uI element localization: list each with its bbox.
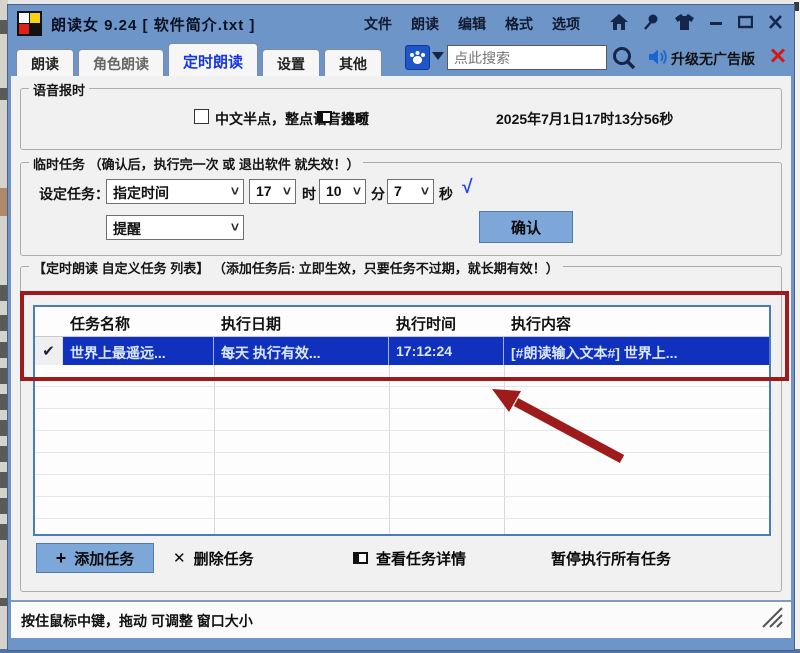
- task-table[interactable]: 任务名称 执行日期 执行时间 执行内容 ✔ 世界上最遥远... 每天 执行有效.…: [33, 305, 771, 536]
- second-select[interactable]: 7: [387, 179, 434, 204]
- skin-icon[interactable]: [675, 14, 694, 30]
- empty-row: [35, 519, 769, 536]
- tab-timed-read[interactable]: 定时朗读: [168, 43, 258, 76]
- add-task-button[interactable]: + 添加任务: [36, 543, 154, 573]
- background-glyph-fragment: [0, 394, 8, 410]
- background-glyph-fragment: [0, 498, 8, 514]
- minimize-icon[interactable]: [709, 15, 723, 29]
- titlebar: 朗读女 9.24 [ 软件简介.txt ] 文件 朗读 编辑 格式 选项: [11, 8, 791, 40]
- menu-edit[interactable]: 编辑: [458, 14, 486, 34]
- background-glyph-fragment: [0, 285, 8, 301]
- empty-row: [35, 497, 769, 519]
- close-icon[interactable]: [768, 15, 783, 29]
- col-exec-date: 执行日期: [214, 307, 389, 336]
- plus-icon: +: [56, 548, 67, 569]
- status-text: 按住鼠标中键，拖动 可调整 窗口大小: [21, 611, 253, 631]
- delete-task-button[interactable]: ✕ 删除任务: [173, 543, 254, 573]
- cell-exec-date: 每天 执行有效...: [214, 337, 389, 365]
- set-task-label: 设定任务：: [39, 184, 109, 204]
- paw-app-icon[interactable]: [405, 45, 430, 70]
- app-logo-icon: [17, 11, 42, 36]
- background-glyph-fragment: [0, 368, 8, 384]
- maximize-icon[interactable]: [738, 15, 753, 29]
- background-glyph-fragment: [0, 342, 8, 358]
- close-red-icon[interactable]: [770, 48, 786, 68]
- empty-row: [35, 453, 769, 475]
- hour-unit-label: 时: [302, 184, 316, 204]
- temp-task-legend: 临时任务 （确认后，执行完一次 或 退出软件 就失效！）: [29, 154, 363, 173]
- voice-time-options-button[interactable]: 选项: [341, 109, 369, 129]
- background-photo-fragment: [0, 188, 8, 216]
- task-list-group: 【定时朗读 自定义任务 列表】 （添加任务后: 立即生效，只要任务不过期，就长期…: [20, 266, 782, 592]
- col-exec-content: 执行内容: [504, 307, 769, 336]
- tabbar: 朗读 角色朗读 定时朗读 设置 其他 升级无广告版: [11, 40, 791, 76]
- home-icon[interactable]: [610, 14, 628, 30]
- col-exec-time: 执行时间: [389, 307, 504, 336]
- background-glyph-fragment: [0, 524, 8, 540]
- background-glyph-fragment: [0, 472, 8, 488]
- tab-read[interactable]: 朗读: [16, 49, 74, 76]
- background-glyph-fragment: [0, 598, 8, 606]
- magnifier-icon[interactable]: [611, 45, 637, 76]
- view-task-detail-button[interactable]: 查看任务详情: [353, 543, 466, 573]
- speaker-icon[interactable]: [648, 47, 668, 72]
- menu-options[interactable]: 选项: [552, 14, 580, 34]
- detail-window-icon: [353, 552, 368, 564]
- menubar: 文件 朗读 编辑 格式 选项: [364, 14, 580, 34]
- blue-check-icon: √: [461, 177, 471, 199]
- task-type-select[interactable]: 指定时间: [106, 179, 244, 204]
- search-input[interactable]: [447, 45, 607, 70]
- background-glyph-fragment: [0, 420, 8, 436]
- window-title: 朗读女 9.24 [ 软件简介.txt ]: [51, 14, 255, 35]
- tab-settings[interactable]: 设置: [262, 49, 320, 76]
- voice-time-checkbox[interactable]: [194, 109, 209, 124]
- cell-task-name: 世界上最遥远...: [63, 337, 214, 365]
- pause-all-tasks-button[interactable]: 暂停执行所有任务: [551, 543, 671, 573]
- background-window-sliver-left: [0, 0, 8, 653]
- voice-time-legend: 语音报时: [29, 80, 89, 99]
- action-select[interactable]: 提醒: [106, 215, 244, 240]
- row-check-icon: ✔: [35, 337, 63, 365]
- empty-row: [35, 387, 769, 409]
- minute-unit-label: 分: [371, 184, 385, 204]
- background-glyph-fragment: [0, 315, 8, 331]
- background-window-sliver-right: [794, 0, 800, 653]
- cell-exec-content: [#朗读输入文本#] 世界上...: [504, 337, 769, 365]
- hour-select[interactable]: 17: [249, 179, 296, 204]
- empty-row: [35, 409, 769, 431]
- tab-role-read[interactable]: 角色朗读: [78, 49, 164, 76]
- table-header: 任务名称 执行日期 执行时间 执行内容: [35, 307, 769, 337]
- table-row[interactable]: ✔ 世界上最遥远... 每天 执行有效... 17:12:24 [#朗读输入文本…: [35, 337, 769, 365]
- tab-other[interactable]: 其他: [324, 49, 382, 76]
- cell-exec-time: 17:12:24: [389, 337, 504, 365]
- upgrade-ad-free-link[interactable]: 升级无广告版: [671, 49, 755, 69]
- minute-select[interactable]: 10: [319, 179, 366, 204]
- pin-icon[interactable]: [643, 13, 660, 30]
- menu-format[interactable]: 格式: [505, 14, 533, 34]
- background-glyph-fragment: [794, 2, 799, 11]
- menu-read[interactable]: 朗读: [411, 14, 439, 34]
- menu-file[interactable]: 文件: [364, 14, 392, 34]
- confirm-button[interactable]: 确认: [479, 211, 573, 243]
- current-datetime: 2025年7月1日17时13分56秒: [496, 109, 673, 129]
- empty-row: [35, 431, 769, 453]
- col-task-name: 任务名称: [63, 307, 214, 336]
- background-glyph-fragment: [0, 88, 8, 100]
- x-icon: ✕: [173, 549, 186, 567]
- app-window: 朗读女 9.24 [ 软件简介.txt ] 文件 朗读 编辑 格式 选项: [8, 5, 794, 650]
- empty-row: [35, 365, 769, 387]
- background-glyph-fragment: [0, 446, 8, 462]
- statusbar: 按住鼠标中键，拖动 可调整 窗口大小: [11, 600, 791, 638]
- dropdown-caret-icon[interactable]: [432, 52, 444, 60]
- second-unit-label: 秒: [439, 184, 453, 204]
- options-window-icon[interactable]: [317, 111, 332, 123]
- temp-task-group: 临时任务 （确认后，执行完一次 或 退出软件 就失效！） 设定任务： 指定时间 …: [20, 162, 782, 256]
- background-glyph-fragment: [0, 20, 8, 34]
- empty-row: [35, 475, 769, 497]
- task-list-legend: 【定时朗读 自定义任务 列表】 （添加任务后: 立即生效，只要任务不过期，就长期…: [29, 258, 563, 277]
- voice-time-group: 语音报时 中文半点，整点语音报时 选项 2025年7月1日17时13分56秒: [20, 88, 782, 150]
- resize-grip[interactable]: [759, 606, 783, 633]
